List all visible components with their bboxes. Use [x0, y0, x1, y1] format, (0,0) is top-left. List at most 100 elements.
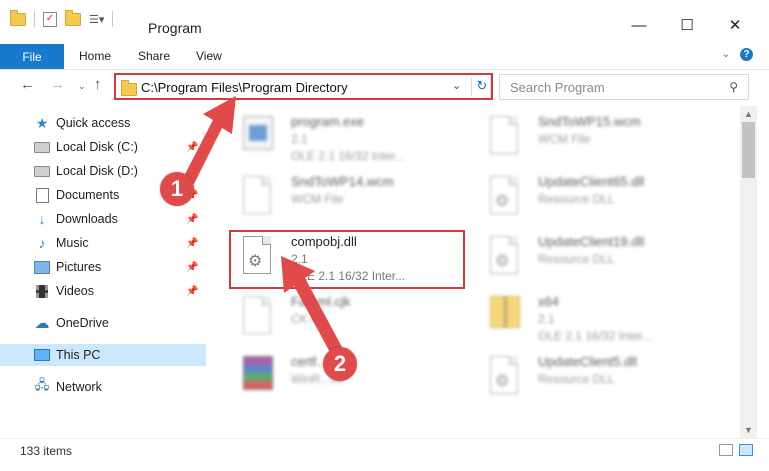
sidebar-item-this-pc[interactable]: This PC — [0, 344, 206, 366]
download-icon: ↓ — [38, 211, 46, 227]
pin-icon[interactable]: 📌 — [186, 262, 198, 273]
maximize-button[interactable]: ☐ — [664, 10, 710, 40]
step-2-marker: 2 — [323, 347, 357, 381]
file-item[interactable]: ⚙ UpdateClient65.dll Resource DLL — [476, 170, 712, 228]
folder-icon[interactable] — [10, 9, 26, 26]
back-arrow-icon[interactable]: ← — [20, 76, 35, 93]
file-version: 2.1 — [538, 312, 555, 326]
customize-toolbar-icon[interactable]: ☰▾ — [89, 13, 104, 26]
step-1-marker: 1 — [160, 172, 194, 206]
file-item[interactable]: program.exe 2.1 OLE 2.1 16/32 Inter... — [229, 110, 465, 168]
search-input[interactable]: Search Program — [510, 80, 605, 95]
window-title: Program — [148, 20, 202, 36]
file-item[interactable]: SndToWP15.wcm WCM File — [476, 110, 712, 168]
rar-archive-icon — [243, 356, 277, 400]
sidebar-item-local-disk-c[interactable]: Local Disk (C:) 📌 — [0, 136, 206, 158]
tab-share[interactable]: Share — [138, 49, 170, 63]
dll-file-icon: ⚙ — [490, 236, 524, 280]
pin-icon[interactable]: 📌 — [186, 166, 198, 177]
sidebar-item-quick-access[interactable]: ★ Quick access — [0, 112, 206, 134]
minimize-button[interactable]: — — [616, 10, 662, 40]
videos-icon — [34, 284, 50, 298]
details-view-icon[interactable] — [719, 444, 733, 456]
scroll-up-icon[interactable]: ▲ — [740, 106, 757, 122]
properties-icon[interactable]: ✓ — [43, 11, 57, 27]
help-icon[interactable]: ? — [740, 48, 753, 61]
file-icon — [243, 296, 277, 340]
refresh-icon[interactable]: ↻ — [471, 78, 492, 96]
sidebar-item-label: This PC — [56, 348, 101, 362]
file-name: SndToWP15.wcm — [538, 114, 641, 129]
close-button[interactable]: ✕ — [712, 10, 758, 40]
file-tab[interactable]: File — [0, 44, 64, 69]
recent-locations-icon[interactable]: ⌄ — [78, 81, 86, 92]
sidebar-item-videos[interactable]: Videos 📌 — [0, 280, 206, 302]
file-type: CK F... — [291, 312, 328, 326]
sidebar-item-label: Pictures — [56, 260, 102, 274]
file-name: UpdateClient65.dll — [538, 174, 645, 189]
divider — [34, 11, 35, 27]
file-version: 2.1 — [291, 252, 308, 266]
file-type: Resource DLL — [538, 252, 615, 266]
scroll-down-icon[interactable]: ▼ — [740, 422, 757, 438]
file-name: program.exe — [291, 114, 364, 129]
up-arrow-icon[interactable]: ↑ — [94, 76, 102, 93]
file-name: compobj.dll — [291, 234, 357, 249]
vertical-scrollbar[interactable]: ▲ ▼ — [740, 106, 757, 438]
new-folder-icon[interactable] — [65, 9, 81, 26]
sidebar-item-downloads[interactable]: ↓ Downloads 📌 — [0, 208, 206, 230]
documents-icon — [34, 187, 50, 203]
search-icon[interactable]: ⚲ — [729, 80, 738, 94]
file-description: OLE 2.1 16/32 Inter... — [291, 149, 406, 163]
sidebar-item-label: Music — [56, 236, 89, 250]
sidebar-item-label: OneDrive — [56, 316, 109, 330]
sidebar-item-label: Local Disk (C:) — [56, 140, 138, 154]
sidebar-item-label: Downloads — [56, 212, 118, 226]
address-path[interactable]: C:\Program Files\Program Directory — [141, 80, 348, 95]
tab-view[interactable]: View — [196, 49, 222, 63]
sidebar-item-label: Local Disk (D:) — [56, 164, 138, 178]
file-name: UpdateClient19.dll — [538, 234, 645, 249]
file-item[interactable]: ⚙ UpdateClient5.dll Resource DLL — [476, 350, 712, 408]
expand-ribbon-icon[interactable]: ⌄ — [722, 49, 730, 60]
pin-icon[interactable]: 📌 — [186, 214, 198, 225]
music-icon: ♪ — [38, 235, 46, 251]
pin-icon[interactable]: 📌 — [186, 142, 198, 153]
folder-icon — [121, 80, 137, 96]
forward-arrow-icon[interactable]: → — [50, 76, 65, 93]
large-icons-view-icon[interactable] — [739, 444, 753, 456]
scrollbar-thumb[interactable] — [742, 122, 755, 178]
ribbon: File Home Share View ⌄ ? — [0, 44, 769, 70]
search-box[interactable]: Search Program ⚲ — [499, 74, 749, 100]
sidebar-item-pictures[interactable]: Pictures 📌 — [0, 256, 206, 278]
file-item[interactable]: x64 2.1 OLE 2.1 16/32 Inter... — [476, 290, 712, 348]
sidebar-item-network[interactable]: 🖧 Network — [0, 376, 206, 398]
file-icon — [243, 176, 277, 220]
file-type: Resource DLL — [538, 192, 615, 206]
drive-icon — [34, 140, 50, 154]
drive-icon — [34, 164, 50, 178]
item-count: 133 items — [20, 444, 73, 458]
sidebar-item-label: Network — [56, 380, 102, 394]
dll-file-icon: ⚙ — [490, 356, 524, 400]
sidebar-item-onedrive[interactable]: ☁ OneDrive — [0, 312, 206, 334]
file-item[interactable]: Fa...ml.cjk CK F... — [229, 290, 465, 348]
file-item-compobj[interactable]: ⚙ compobj.dll 2.1 OLE 2.1 16/32 Inter... — [229, 230, 465, 288]
file-type: WCM File — [538, 132, 591, 146]
file-list: program.exe 2.1 OLE 2.1 16/32 Inter... S… — [214, 106, 740, 438]
file-item[interactable]: SndToWP14.wcm WCM File — [229, 170, 465, 228]
file-name: UpdateClient5.dll — [538, 354, 638, 369]
chevron-down-icon[interactable]: ⌄ — [452, 79, 461, 92]
cloud-icon: ☁ — [34, 315, 50, 332]
pictures-icon — [34, 260, 50, 274]
pin-icon[interactable]: 📌 — [186, 238, 198, 249]
zip-folder-icon — [490, 296, 524, 340]
address-bar[interactable]: C:\Program Files\Program Directory ⌄ ↻ — [114, 74, 491, 100]
file-item[interactable]: ⚙ UpdateClient19.dll Resource DLL — [476, 230, 712, 288]
tab-home[interactable]: Home — [79, 49, 111, 63]
sidebar-item-music[interactable]: ♪ Music 📌 — [0, 232, 206, 254]
dll-file-icon: ⚙ — [243, 236, 277, 280]
sidebar-item-label: Quick access — [56, 116, 131, 130]
divider — [112, 11, 114, 27]
pin-icon[interactable]: 📌 — [186, 286, 198, 297]
